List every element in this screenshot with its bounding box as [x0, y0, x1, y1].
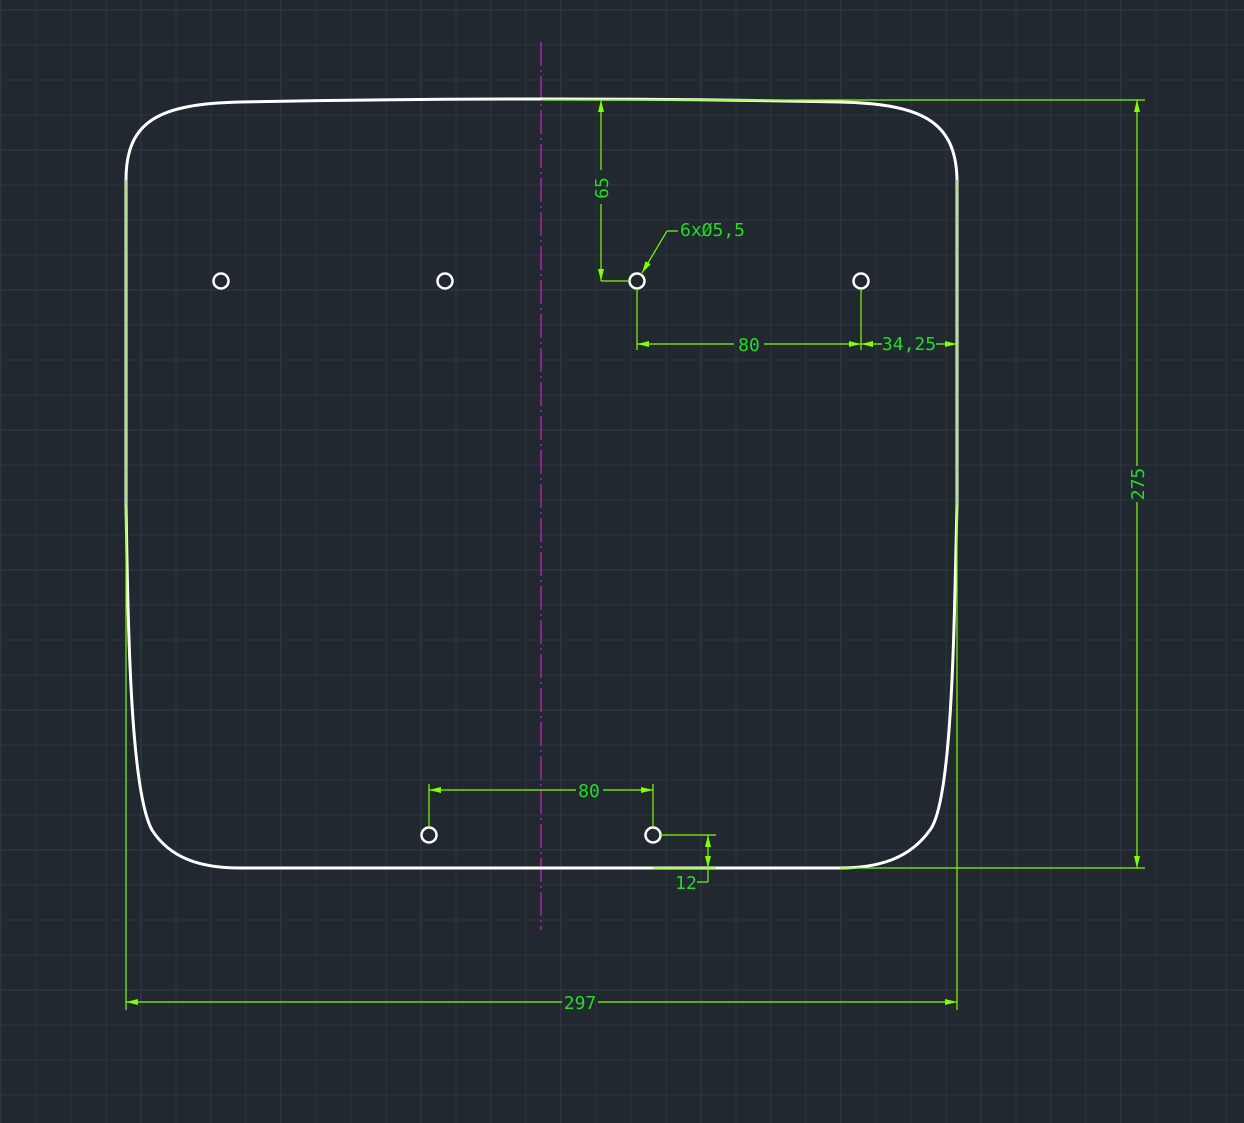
dimension-hole-to-edge: 34,25 [861, 334, 957, 355]
dimension-label-34-25: 34,25 [882, 334, 936, 355]
hole-bottom-1 [420, 826, 438, 844]
grid-minor-lines [0, 0, 1244, 1123]
hole-top-1 [212, 272, 230, 290]
hole-top-4 [852, 272, 870, 290]
hole-callout: 6xØ5,5 [641, 220, 745, 274]
dimension-top-hole-spacing: 80 [636, 289, 862, 356]
hole-bottom-2 [644, 826, 662, 844]
dimension-label-65: 65 [592, 177, 613, 199]
dimension-hole-from-top: 65 [592, 100, 630, 282]
dimension-overall-height: 275 [541, 99, 1149, 869]
hole-top-3 [628, 272, 646, 290]
cad-drawing-canvas[interactable]: 275 297 65 6xØ5,5 80 34,25 80 12 [0, 0, 1244, 1123]
dimension-label-12: 12 [675, 873, 697, 894]
dimension-label-top-80: 80 [738, 335, 760, 356]
dimension-label-297: 297 [564, 993, 597, 1014]
hole-callout-label: 6xØ5,5 [680, 220, 745, 241]
hole-top-2 [436, 272, 454, 290]
dimension-label-bottom-80: 80 [578, 781, 600, 802]
dimension-label-275: 275 [1128, 468, 1149, 501]
